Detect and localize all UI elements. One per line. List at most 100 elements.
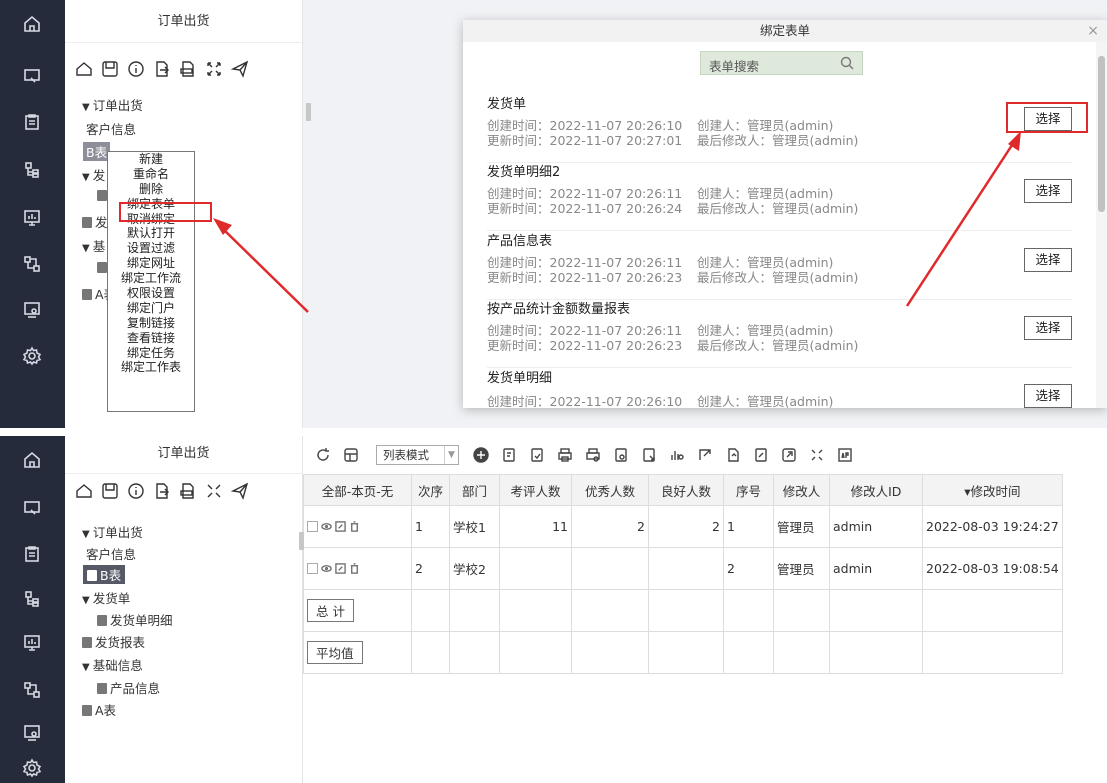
html-export-icon[interactable] xyxy=(175,478,201,504)
api-icon[interactable] xyxy=(837,447,853,463)
trash-icon[interactable] xyxy=(349,521,360,532)
col-evaluated[interactable]: 考评人数 xyxy=(499,474,572,506)
html-export-icon[interactable] xyxy=(175,56,201,82)
col-modified-time[interactable]: ▾修改时间 xyxy=(922,474,1063,506)
export-icon[interactable] xyxy=(149,478,175,504)
tree-node-b-table[interactable]: B表 xyxy=(83,565,126,584)
home-icon[interactable] xyxy=(18,10,46,38)
tree-node-product-info[interactable]: 产品信息 xyxy=(97,678,160,697)
menu-item-bind-task[interactable]: 绑定任务 xyxy=(108,346,194,361)
clipboard-icon[interactable] xyxy=(18,540,46,568)
gear-icon[interactable] xyxy=(18,342,46,370)
edit-icon[interactable] xyxy=(335,563,346,574)
export-icon[interactable] xyxy=(725,447,741,463)
link-icon[interactable] xyxy=(781,447,797,463)
share-icon[interactable] xyxy=(697,447,713,463)
average-button[interactable]: 平均值 xyxy=(307,641,363,664)
form-edit-icon[interactable] xyxy=(501,447,517,463)
home-outline-icon[interactable] xyxy=(71,478,97,504)
save-icon[interactable] xyxy=(97,56,123,82)
save-icon[interactable] xyxy=(97,478,123,504)
col-seq[interactable]: 序号 xyxy=(723,474,774,506)
batch-print-icon[interactable] xyxy=(585,447,601,463)
monitor-icon[interactable] xyxy=(18,204,46,232)
tree-node-delivery-report[interactable]: 发货报表 xyxy=(82,632,145,651)
fullscreen-icon[interactable] xyxy=(201,56,227,82)
gear-icon[interactable] xyxy=(18,754,46,782)
tree-node-customer[interactable]: 客户信息 xyxy=(86,544,136,563)
tree-node-basic-info[interactable]: ▼ 基础信息 xyxy=(82,655,143,674)
col-excellent[interactable]: 优秀人数 xyxy=(571,474,649,506)
edit-icon[interactable] xyxy=(335,521,346,532)
menu-item-filter[interactable]: 设置过滤 xyxy=(108,241,194,256)
display-settings-icon[interactable] xyxy=(18,719,46,747)
select-button[interactable]: 选择 xyxy=(1024,248,1072,272)
hierarchy-icon[interactable] xyxy=(18,585,46,613)
info-icon[interactable] xyxy=(123,56,149,82)
search-icon[interactable] xyxy=(840,56,854,70)
col-select-all[interactable]: 全部-本页-无 xyxy=(303,474,412,506)
home-outline-icon[interactable] xyxy=(71,56,97,82)
screen-share-icon[interactable] xyxy=(18,494,46,522)
menu-item-new[interactable]: 新建 xyxy=(108,152,194,167)
hierarchy-icon[interactable] xyxy=(18,156,46,184)
menu-item-delete[interactable]: 删除 xyxy=(108,182,194,197)
display-settings-icon[interactable] xyxy=(18,296,46,324)
collapse-handle[interactable] xyxy=(299,532,304,550)
tree-node-root[interactable]: ▼ 订单出货 xyxy=(82,95,143,114)
tree-node-root[interactable]: ▼ 订单出货 xyxy=(82,522,143,541)
chevron-down-icon[interactable]: ▼ xyxy=(444,446,458,464)
menu-item-view-link[interactable]: 查看链接 xyxy=(108,331,194,346)
select-button[interactable]: 选择 xyxy=(1024,316,1072,340)
form-import-icon[interactable] xyxy=(641,447,657,463)
send-icon[interactable] xyxy=(227,56,253,82)
fullscreen-icon[interactable] xyxy=(201,478,227,504)
col-modifier[interactable]: 修改人 xyxy=(773,474,830,506)
tree-node-a-table[interactable]: A表 xyxy=(82,700,116,719)
col-department[interactable]: 部门 xyxy=(449,474,500,506)
eye-icon[interactable] xyxy=(321,521,332,532)
form-share-icon[interactable] xyxy=(753,447,769,463)
send-icon[interactable] xyxy=(227,478,253,504)
form-check-icon[interactable] xyxy=(529,447,545,463)
export-icon[interactable] xyxy=(149,56,175,82)
row-checkbox[interactable] xyxy=(307,563,318,574)
menu-item-bind-workflow[interactable]: 绑定工作流 xyxy=(108,271,194,286)
menu-item-bind-sheet[interactable]: 绑定工作表 xyxy=(108,360,194,375)
col-good[interactable]: 良好人数 xyxy=(648,474,724,506)
monitor-icon[interactable] xyxy=(18,629,46,657)
fullscreen-icon[interactable] xyxy=(809,447,825,463)
flow-icon[interactable] xyxy=(18,676,46,704)
refresh-icon[interactable] xyxy=(315,447,331,463)
close-icon[interactable]: × xyxy=(1087,20,1099,42)
total-button[interactable]: 总 计 xyxy=(307,599,354,622)
menu-item-copy-link[interactable]: 复制链接 xyxy=(108,316,194,331)
form-view-icon[interactable] xyxy=(613,447,629,463)
dialog-scrollbar[interactable] xyxy=(1096,42,1107,408)
col-order[interactable]: 次序 xyxy=(411,474,450,506)
trash-icon[interactable] xyxy=(349,563,360,574)
col-modifier-id[interactable]: 修改人ID xyxy=(829,474,923,506)
menu-item-bind-portal[interactable]: 绑定门户 xyxy=(108,301,194,316)
tree-node-delivery-detail[interactable]: 发货单明细 xyxy=(97,610,173,629)
tree-node-partial-2[interactable]: 发 xyxy=(82,212,108,231)
row-checkbox[interactable] xyxy=(307,521,318,532)
tree-node-partial-1[interactable]: ▼ 发 xyxy=(82,165,105,184)
screen-share-icon[interactable] xyxy=(18,62,46,90)
tree-node-partial-3[interactable]: ▼ 基 xyxy=(82,236,105,255)
select-button[interactable]: 选择 xyxy=(1024,384,1072,408)
tree-node-customer[interactable]: 客户信息 xyxy=(86,119,136,138)
menu-item-default-open[interactable]: 默认打开 xyxy=(108,226,194,241)
menu-item-permissions[interactable]: 权限设置 xyxy=(108,286,194,301)
scrollbar-thumb[interactable] xyxy=(1098,56,1105,212)
info-icon[interactable] xyxy=(123,478,149,504)
chart-icon[interactable] xyxy=(669,447,685,463)
menu-item-bind-url[interactable]: 绑定网址 xyxy=(108,256,194,271)
layout-icon[interactable] xyxy=(343,447,359,463)
eye-icon[interactable] xyxy=(321,563,332,574)
flow-icon[interactable] xyxy=(18,250,46,278)
print-icon[interactable] xyxy=(557,447,573,463)
menu-item-rename[interactable]: 重命名 xyxy=(108,167,194,182)
view-mode-select[interactable]: 列表模式 ▼ xyxy=(376,445,459,465)
select-button[interactable]: 选择 xyxy=(1024,179,1072,203)
